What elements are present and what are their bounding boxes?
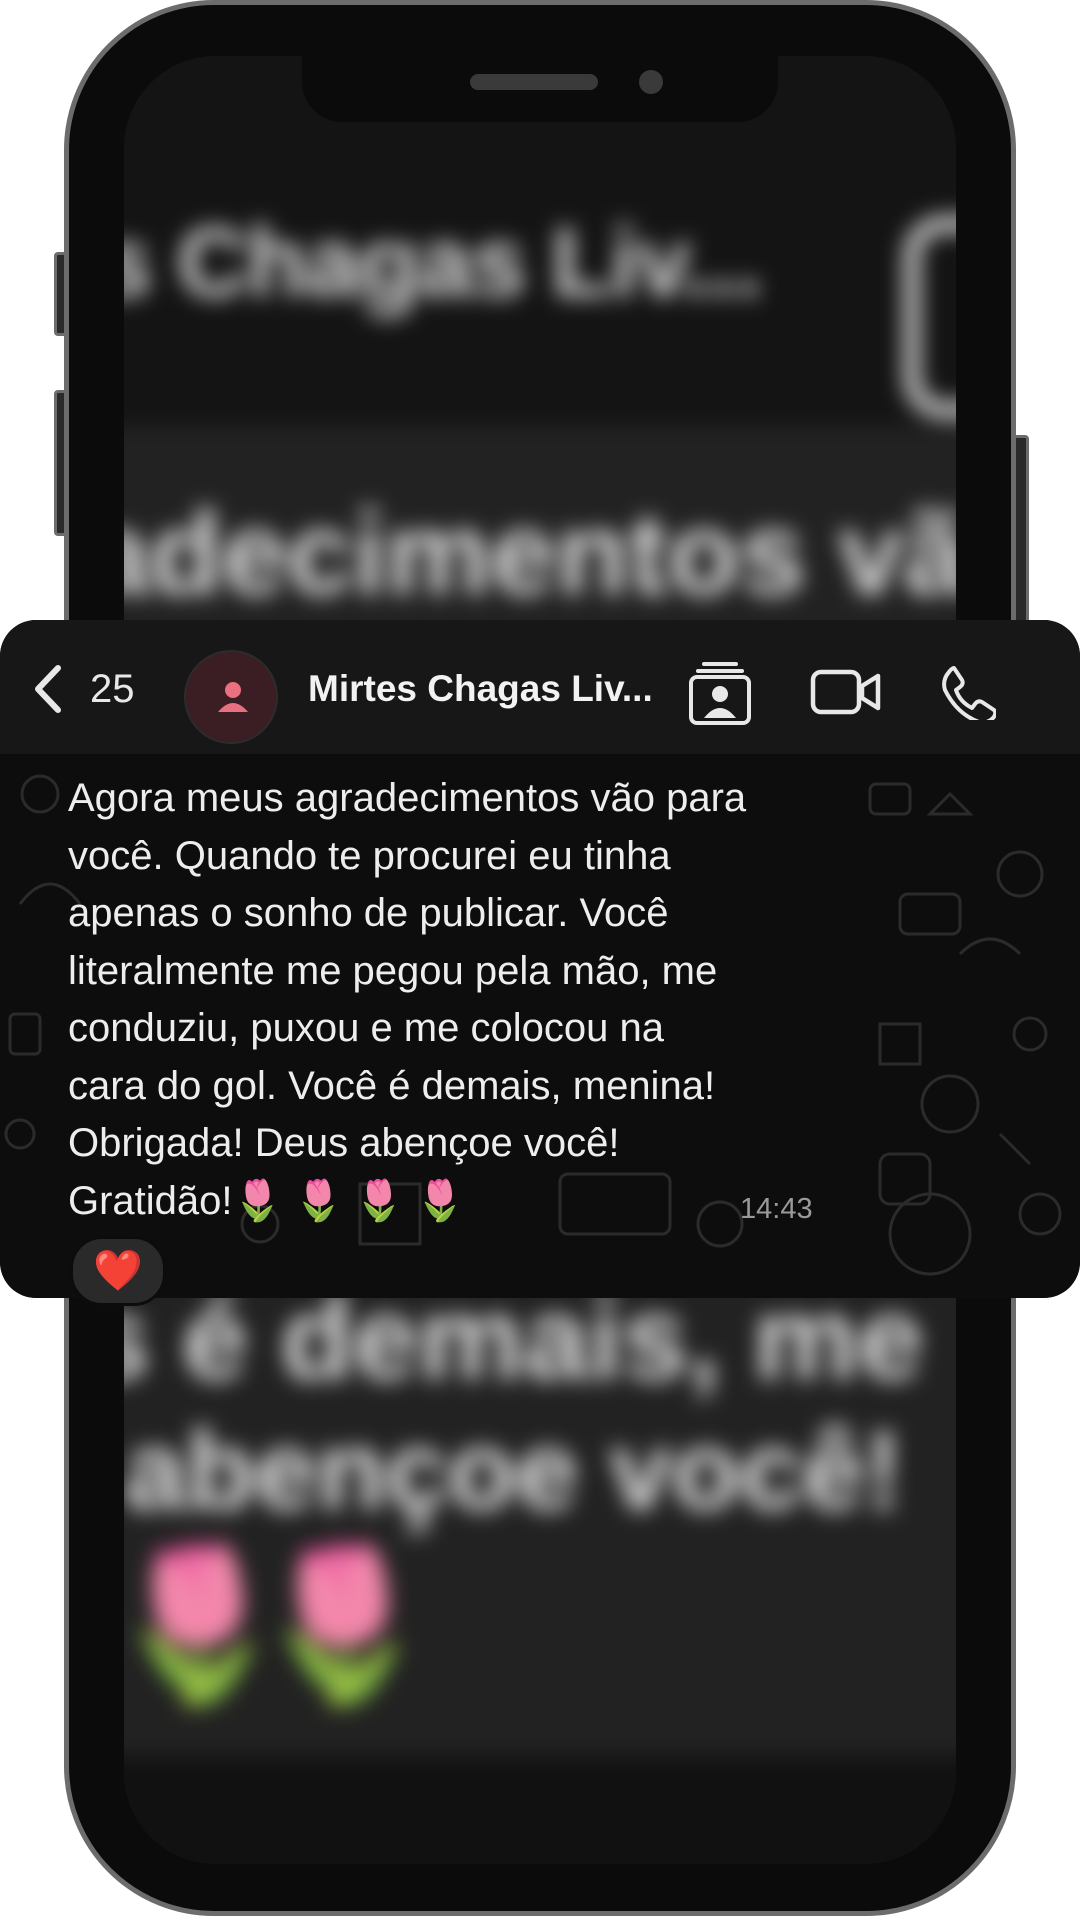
blurred-message-line: adecimentos vã (124, 488, 956, 620)
phone-icon[interactable] (940, 664, 996, 720)
back-chevron-icon[interactable] (28, 664, 68, 714)
blurred-icon (904, 216, 956, 418)
avatar[interactable] (184, 650, 278, 744)
chat-header: 25 Mirtes Chagas Liv... (0, 620, 1080, 754)
phone-speaker (470, 74, 598, 90)
message-text: Agora meus agradecimentos vão para você.… (68, 776, 747, 1223)
contact-card-icon[interactable] (688, 660, 752, 726)
blurred-tulip-emoji: 🌷 (249, 1539, 436, 1707)
avatar-person-icon (218, 682, 248, 712)
video-camera-icon[interactable] (810, 668, 882, 716)
message-timestamp: 14:43 (740, 1193, 813, 1225)
phone-camera (639, 70, 663, 94)
heart-reaction-icon[interactable]: ❤️ (70, 1236, 166, 1306)
phone-power-button (1016, 435, 1029, 631)
blurred-contact-name: es Chagas Liv... (124, 207, 762, 317)
unread-count[interactable]: 25 (90, 664, 135, 714)
blurred-message-line: abençoe você! (124, 1408, 903, 1533)
contact-name[interactable]: Mirtes Chagas Liv... (308, 666, 668, 712)
